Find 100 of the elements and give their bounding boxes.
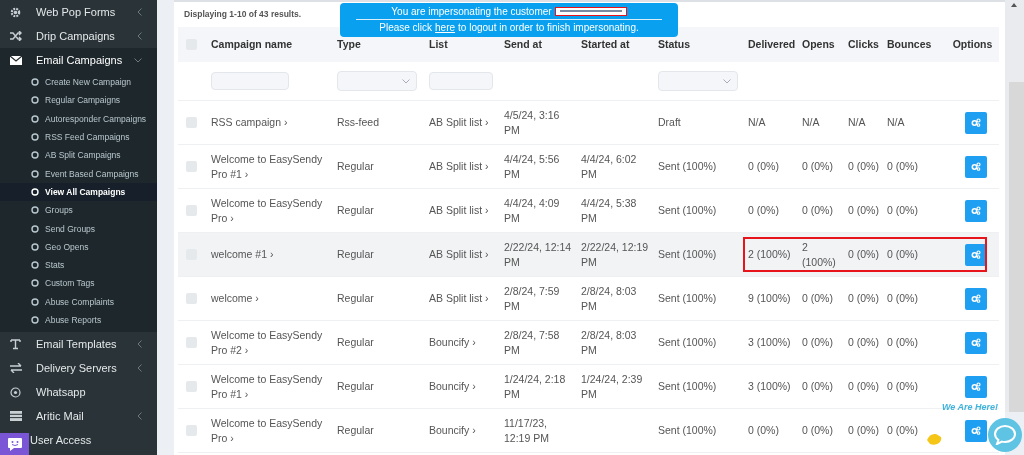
column-header: Delivered: [748, 37, 796, 52]
submenu-item[interactable]: Abuse Complaints: [0, 292, 157, 311]
table-cell: Regular: [337, 247, 374, 262]
submenu-item[interactable]: RSS Feed Campaigns: [0, 127, 157, 147]
table-cell: 0 (0%): [848, 159, 879, 174]
checkbox[interactable]: [186, 425, 197, 436]
filter-field[interactable]: [429, 72, 493, 90]
table-cell: 0 (0%): [848, 291, 879, 306]
table-cell: Sent (100%): [658, 247, 717, 262]
campaign-link[interactable]: Welcome to EasySendy Pro #1 ›: [211, 151, 332, 182]
chat-button[interactable]: [988, 418, 1022, 452]
table-cell-text: 4/4/24, 6:02 PM: [581, 151, 638, 182]
options-button[interactable]: [964, 331, 987, 354]
submenu-item[interactable]: Send Groups: [0, 219, 157, 238]
submenu-item[interactable]: Create New Campaign: [0, 73, 157, 92]
campaign-link[interactable]: RSS campaign ›: [211, 115, 288, 130]
sidebar-item[interactable]: User Access: [29, 428, 157, 453]
table-cell-text: 4/4/24, 5:56 PM: [504, 151, 561, 182]
banner-text: to logout in order to finish impersonating.: [458, 21, 639, 34]
chevron-left-icon: [137, 412, 142, 421]
campaign-link[interactable]: welcome #1 ›: [211, 247, 274, 262]
sidebar-item[interactable]: Email Campaigns: [0, 48, 157, 72]
submenu-item[interactable]: Autoresponder Campaigns: [0, 109, 157, 128]
list-link[interactable]: AB Split list ›: [429, 115, 489, 130]
checkbox[interactable]: [186, 381, 197, 392]
table-cell: 0 (0%): [748, 159, 779, 174]
table-cell: Sent (100%): [658, 159, 717, 174]
table-cell: 9 (100%): [748, 291, 791, 306]
campaign-link[interactable]: Welcome to EasySendy Pro #1 ›: [211, 371, 332, 402]
sidebar-item[interactable]: Delivery Servers: [0, 356, 157, 381]
options-button[interactable]: [964, 375, 987, 398]
submenu-item[interactable]: Abuse Reports: [0, 310, 157, 330]
chat-widget-button[interactable]: [0, 433, 29, 455]
caret-icon: [402, 78, 410, 84]
submenu-item[interactable]: Groups: [0, 201, 157, 220]
list-link[interactable]: Bouncify ›: [429, 379, 476, 394]
column-header: Type: [337, 37, 361, 52]
campaign-link[interactable]: Welcome to EasySendy Pro #2 ›: [211, 327, 332, 358]
submenu-item[interactable]: Regular Campaigns: [0, 91, 157, 110]
circle-icon: [31, 224, 39, 233]
list-link[interactable]: Bouncify ›: [429, 423, 476, 438]
table-cell-text: 4/4/24, 5:38 PM: [581, 195, 638, 226]
submenu-item[interactable]: Stats: [0, 255, 157, 275]
table-cell: Regular: [337, 379, 374, 394]
submenu-item[interactable]: View All Campaigns: [0, 182, 157, 202]
options-button[interactable]: [964, 243, 987, 266]
chevron-left-icon: [137, 364, 142, 373]
chat-bubble-icon: [994, 425, 1016, 445]
list-link[interactable]: AB Split list ›: [429, 159, 489, 174]
list-link[interactable]: AB Split list ›: [429, 291, 489, 306]
filter-dropdown[interactable]: [658, 71, 738, 91]
table-cell-text: 2 (100%): [802, 239, 837, 270]
options-button[interactable]: [964, 111, 987, 134]
submenu-item[interactable]: Custom Tags: [0, 274, 157, 293]
options-button[interactable]: [964, 419, 987, 442]
table-cell: 0 (0%): [848, 335, 879, 350]
list-link[interactable]: AB Split list ›: [429, 247, 489, 262]
sidebar-item[interactable]: Whatsapp: [0, 380, 157, 405]
table-cell: N/A: [802, 115, 820, 130]
circle-icon: [31, 151, 39, 160]
exchange-icon: [10, 363, 22, 374]
circle-icon: [31, 114, 39, 123]
table-cell-text: 2/8/24, 7:59 PM: [504, 283, 561, 314]
table-cell: 0 (0%): [748, 203, 779, 218]
checkbox[interactable]: [186, 205, 197, 216]
table-cell: 0 (0%): [802, 203, 833, 218]
scrollbar[interactable]: [1005, 0, 1024, 412]
campaign-link[interactable]: Welcome to EasySendy Pro ›: [211, 195, 332, 226]
sidebar-item[interactable]: Aritic Mail: [0, 404, 157, 429]
checkbox[interactable]: [186, 337, 197, 348]
circle-icon: [31, 187, 39, 196]
campaign-link[interactable]: Welcome to EasySendy Pro ›: [211, 415, 332, 446]
options-button[interactable]: [964, 287, 987, 310]
table-cell-text: 2/8/24, 7:58 PM: [504, 327, 561, 358]
options-button[interactable]: [964, 155, 987, 178]
banner-text: You are impersonating the customer: [391, 5, 552, 18]
table-cell: 0 (0%): [802, 335, 833, 350]
options-button[interactable]: [964, 199, 987, 222]
checkbox[interactable]: [186, 117, 197, 128]
checkbox[interactable]: [186, 161, 197, 172]
list-link[interactable]: AB Split list ›: [429, 203, 489, 218]
column-header: Clicks: [848, 37, 879, 52]
filter-dropdown[interactable]: [337, 71, 417, 91]
table-cell-text: 4/5/24, 3:16 PM: [504, 107, 561, 138]
submenu-item[interactable]: Geo Opens: [0, 237, 157, 256]
cogs-icon: [970, 162, 981, 171]
filter-field[interactable]: [211, 72, 289, 90]
table-cell: 0 (0%): [887, 203, 918, 218]
table-cell: Regular: [337, 159, 374, 174]
sidebar-item[interactable]: Drip Campaigns: [0, 24, 157, 48]
list-link[interactable]: Bouncify ›: [429, 335, 476, 350]
submenu-item[interactable]: AB Split Campaigns: [0, 146, 157, 165]
campaign-link[interactable]: welcome ›: [211, 291, 259, 306]
submenu-item[interactable]: Event Based Campaigns: [0, 164, 157, 183]
sidebar-item[interactable]: Web Pop Forms: [0, 0, 157, 24]
checkbox[interactable]: [186, 293, 197, 304]
table-cell-text: 1/24/24, 2:39 PM: [581, 371, 644, 402]
table-cell: N/A: [848, 115, 866, 130]
sidebar-item[interactable]: Email Templates: [0, 332, 157, 357]
column-header: Started at: [581, 37, 630, 52]
